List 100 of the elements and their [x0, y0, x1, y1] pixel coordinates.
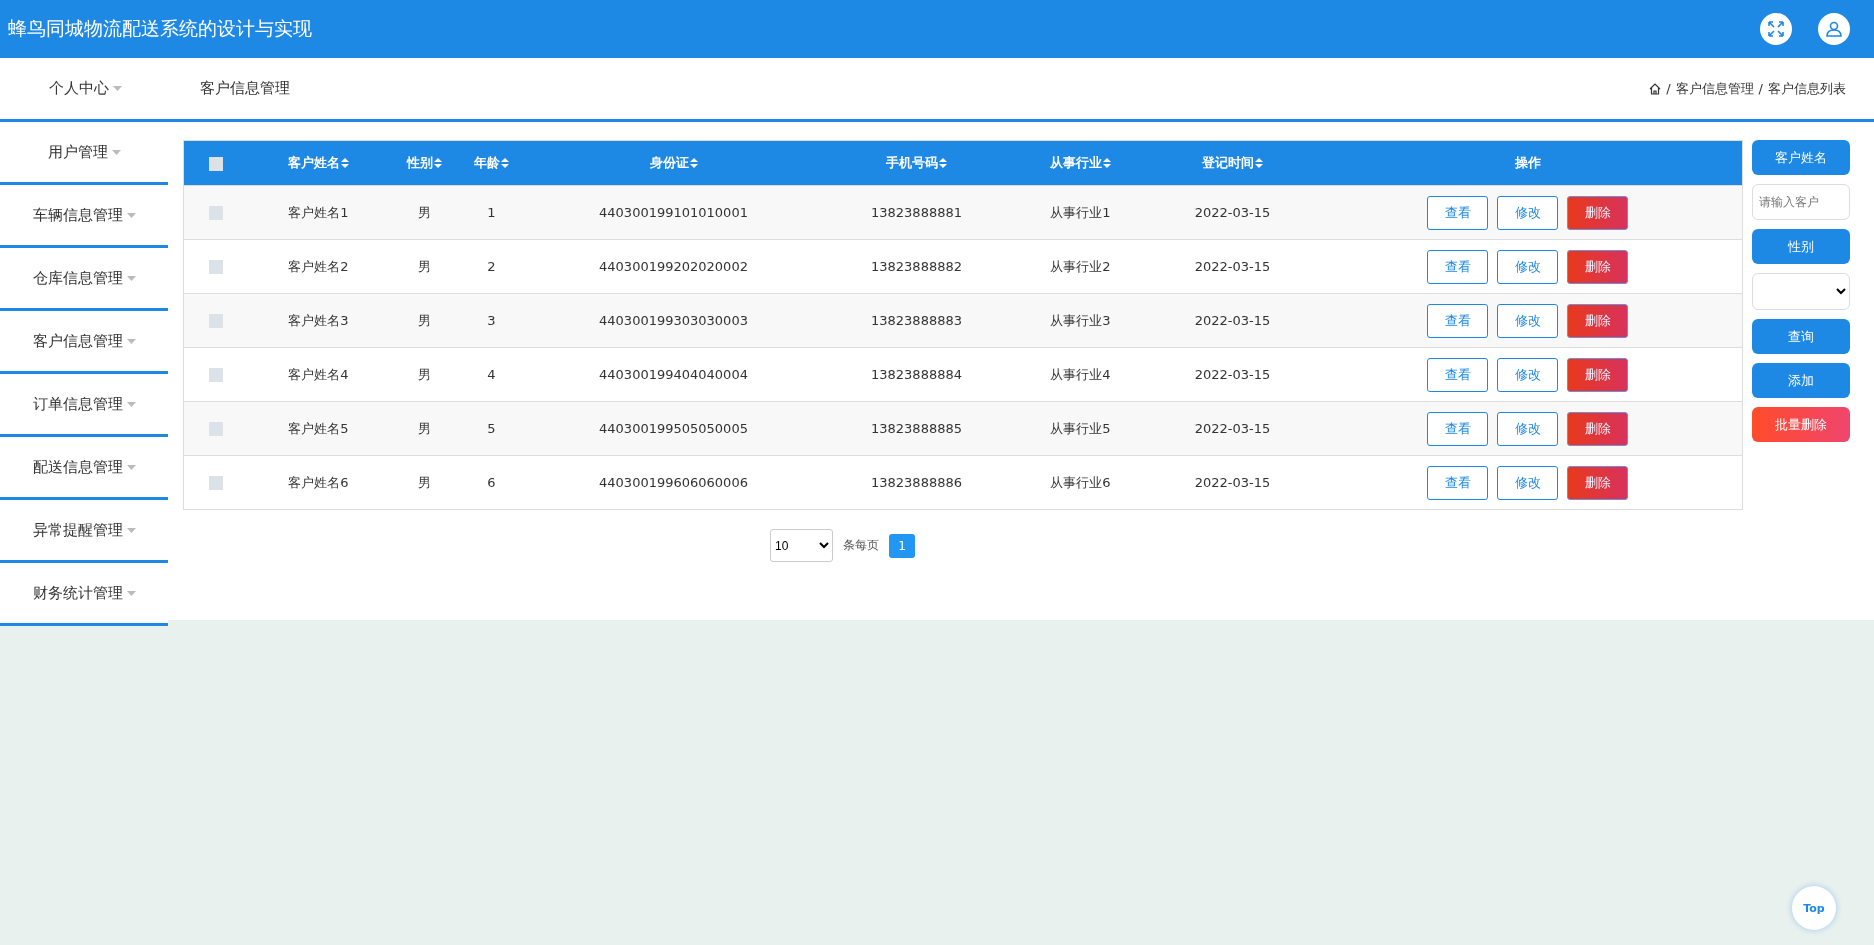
table-cell: 从事行业1: [1050, 204, 1111, 220]
row-checkbox[interactable]: [208, 260, 223, 275]
delete-button[interactable]: 删除: [1567, 249, 1629, 284]
page-size-select[interactable]: 10: [770, 529, 833, 562]
delete-button[interactable]: 删除: [1567, 195, 1629, 230]
table-cell: 13823888882: [871, 259, 962, 274]
fullscreen-button[interactable]: [1760, 13, 1792, 45]
sort-icon[interactable]: [689, 158, 698, 168]
table-cell: 440300199303030003: [599, 313, 748, 328]
action-button[interactable]: 查看: [1427, 303, 1489, 338]
delete-button[interactable]: 删除: [1567, 411, 1629, 446]
table-cell: 客户姓名3: [288, 312, 349, 328]
column-header[interactable]: 从事行业: [1050, 154, 1102, 172]
sort-icon[interactable]: [939, 158, 947, 168]
table-cell: 男: [418, 420, 431, 436]
page-button[interactable]: 1: [889, 533, 915, 558]
table-cell: 1: [487, 205, 496, 220]
column-header[interactable]: 手机号码: [886, 154, 938, 172]
table-cell: 2022-03-15: [1194, 205, 1271, 220]
table-cell: 440300199202020002: [599, 259, 748, 274]
table-cell: 2022-03-15: [1194, 259, 1271, 274]
table-cell: 2022-03-15: [1194, 313, 1271, 328]
action-button[interactable]: 修改: [1497, 411, 1559, 446]
caret-icon: [126, 527, 136, 533]
back-to-top-button[interactable]: Top: [1792, 886, 1836, 930]
breadcrumb-item[interactable]: 客户信息列表: [1768, 79, 1846, 98]
fullscreen-icon: [1767, 20, 1785, 38]
table-cell: 13823888886: [871, 475, 962, 490]
row-checkbox[interactable]: [208, 476, 223, 491]
table-cell: 男: [418, 366, 431, 382]
caret-icon: [126, 401, 136, 407]
table-cell: 5: [487, 421, 496, 436]
row-checkbox[interactable]: [208, 422, 223, 437]
caret-icon: [112, 86, 122, 91]
action-button[interactable]: 修改: [1497, 357, 1559, 392]
table-cell: 客户姓名1: [288, 204, 349, 220]
column-header[interactable]: 登记时间: [1202, 154, 1254, 172]
table-cell: 13823888884: [871, 367, 962, 382]
table-cell: 从事行业2: [1050, 258, 1111, 274]
action-button[interactable]: 查看: [1427, 465, 1489, 500]
table-cell: 440300199606060006: [599, 475, 748, 490]
row-checkbox[interactable]: [208, 368, 223, 383]
search-label: 客户姓名: [1752, 140, 1850, 175]
breadcrumb-separator: /: [1758, 81, 1763, 96]
row-checkbox[interactable]: [208, 206, 223, 221]
table-cell: 440300199101010001: [599, 205, 748, 220]
action-button[interactable]: 查看: [1427, 195, 1489, 230]
table-cell: 13823888883: [871, 313, 962, 328]
table-cell: 13823888881: [871, 205, 962, 220]
delete-button[interactable]: 删除: [1567, 465, 1629, 500]
table-cell: 客户姓名2: [288, 258, 349, 274]
table-cell: 客户姓名6: [288, 474, 349, 490]
action-button[interactable]: 修改: [1497, 465, 1559, 500]
sort-icon[interactable]: [434, 158, 442, 168]
breadcrumb-item[interactable]: 客户信息管理: [1675, 79, 1754, 98]
table-cell: 440300199505050005: [599, 421, 748, 436]
app-title: 蜂鸟同城物流配送系统的设计与实现: [8, 16, 313, 41]
table-cell: 440300199404040004: [599, 367, 748, 382]
sort-icon[interactable]: [341, 158, 349, 168]
caret-icon: [126, 275, 136, 281]
per-page-label: 条每页: [843, 537, 879, 554]
batch-delete-button[interactable]: 批量删除: [1752, 407, 1850, 442]
column-header: 操作: [1514, 154, 1541, 172]
search-panel-button[interactable]: 查询: [1752, 319, 1850, 354]
action-button[interactable]: 查看: [1427, 357, 1489, 392]
table-cell: 2022-03-15: [1194, 475, 1271, 490]
column-header[interactable]: 身份证: [649, 154, 689, 172]
column-header[interactable]: 年龄: [474, 154, 500, 172]
table-cell: 从事行业3: [1050, 312, 1111, 328]
action-button[interactable]: 修改: [1497, 249, 1559, 284]
row-checkbox[interactable]: [208, 314, 223, 329]
table-cell: 客户姓名5: [288, 420, 349, 436]
action-button[interactable]: 查看: [1427, 411, 1489, 446]
table-cell: 6: [487, 475, 496, 490]
action-button[interactable]: 修改: [1497, 303, 1559, 338]
table-cell: 3: [487, 313, 496, 328]
sort-icon[interactable]: [1255, 158, 1263, 168]
search-field[interactable]: 请输入客户: [1752, 184, 1850, 220]
delete-button[interactable]: 删除: [1567, 357, 1629, 392]
caret-icon: [126, 590, 136, 596]
table-cell: 2022-03-15: [1194, 421, 1271, 436]
search-label: 性别: [1752, 229, 1850, 264]
sort-icon[interactable]: [501, 158, 509, 168]
action-button[interactable]: 查看: [1427, 249, 1489, 284]
column-header[interactable]: 客户姓名: [288, 154, 340, 172]
nav-menu-item[interactable]: 个人中心: [0, 79, 170, 98]
action-button[interactable]: 修改: [1497, 195, 1559, 230]
sort-icon[interactable]: [1103, 158, 1111, 168]
select-all-checkbox[interactable]: [208, 156, 223, 171]
search-panel-button[interactable]: 添加: [1752, 363, 1850, 398]
user-button[interactable]: [1818, 13, 1850, 45]
home-icon[interactable]: [1649, 82, 1662, 95]
table-cell: 4: [487, 367, 496, 382]
table-cell: 客户姓名4: [288, 366, 349, 382]
page-title: 客户信息管理: [200, 79, 291, 98]
caret-icon: [126, 212, 136, 218]
caret-icon: [111, 149, 121, 155]
column-header[interactable]: 性别: [407, 154, 433, 172]
table-cell: 2022-03-15: [1194, 367, 1271, 382]
delete-button[interactable]: 删除: [1567, 303, 1629, 338]
